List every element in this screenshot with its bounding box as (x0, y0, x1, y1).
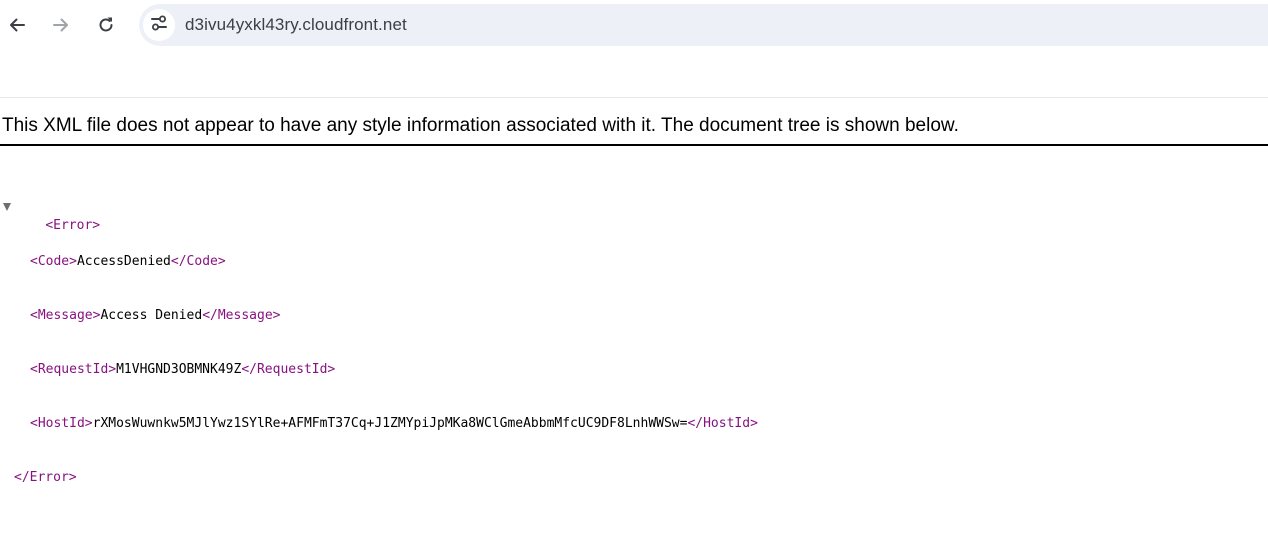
tree-line-requestid: <RequestId>M1VHGND3OBMNK49Z</RequestId> (0, 361, 758, 379)
browser-toolbar: d3ivu4yxkl43ry.cloudfront.net (0, 0, 1268, 50)
reload-button[interactable] (88, 7, 124, 43)
arrow-left-icon (7, 15, 27, 35)
collapse-triangle-icon[interactable] (3, 203, 11, 211)
arrow-right-icon (51, 15, 71, 35)
reload-icon (96, 15, 116, 35)
xml-close-tag: </HostId> (687, 416, 758, 431)
xml-viewer-header: This XML file does not appear to have an… (2, 115, 959, 136)
tree-line-root-close: </Error> (0, 469, 758, 487)
xml-open-tag: <Code> (30, 254, 77, 269)
xml-open-tag: <Error> (45, 218, 101, 233)
xml-value: AccessDenied (76, 254, 171, 269)
xml-open-tag: <RequestId> (30, 362, 117, 377)
xml-close-tag: </Message> (202, 308, 281, 323)
xml-tree: <Error> <Code>AccessDenied</Code> <Messa… (0, 163, 758, 505)
xml-close-tag: </RequestId> (241, 362, 336, 377)
content-divider (0, 97, 1268, 98)
xml-value: M1VHGND3OBMNK49Z (116, 362, 242, 377)
site-info-button[interactable] (143, 9, 175, 41)
back-button[interactable] (0, 7, 35, 43)
xml-close-tag: </Error> (14, 470, 77, 485)
forward-button[interactable] (43, 7, 79, 43)
tree-line-code: <Code>AccessDenied</Code> (0, 253, 758, 271)
tree-line-message: <Message>Access Denied</Message> (0, 307, 758, 325)
url-text[interactable]: d3ivu4yxkl43ry.cloudfront.net (185, 15, 407, 35)
xml-close-tag: </Code> (170, 254, 226, 269)
header-rule (0, 144, 1268, 146)
tune-icon (150, 14, 168, 36)
tree-line-root-open: <Error> (0, 199, 758, 233)
address-bar[interactable]: d3ivu4yxkl43ry.cloudfront.net (139, 4, 1268, 46)
xml-open-tag: <Message> (30, 308, 101, 323)
tree-line-hostid: <HostId>rXMosWuwnkw5MJlYwz1SYlRe+AFMFmT3… (0, 415, 758, 433)
xml-open-tag: <HostId> (30, 416, 93, 431)
xml-value: rXMosWuwnkw5MJlYwz1SYlRe+AFMFmT37Cq+J1ZM… (92, 416, 688, 431)
xml-value: Access Denied (100, 308, 203, 323)
